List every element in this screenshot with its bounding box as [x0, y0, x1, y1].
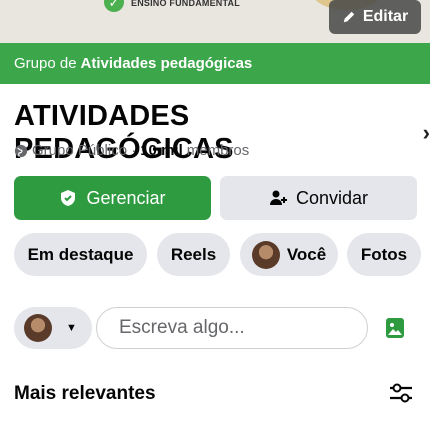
members-label: membros — [186, 142, 250, 159]
tab-you[interactable]: Você — [240, 233, 338, 276]
post-as-selector[interactable]: ▼ — [14, 307, 92, 349]
chevron-right-icon: › — [422, 120, 430, 145]
caret-down-icon: ▼ — [66, 322, 77, 334]
manage-label: Gerenciar — [86, 187, 166, 208]
tab-featured[interactable]: Em destaque — [14, 233, 147, 276]
manage-button[interactable]: Gerenciar — [14, 176, 211, 220]
group-meta: Grupo Público · 10 mil membros — [14, 142, 249, 159]
member-count: 10 mil — [140, 142, 183, 159]
banner-prefix: Grupo de — [14, 55, 77, 72]
banner-group-name: Atividades pedagógicas — [80, 55, 253, 72]
edit-cover-button[interactable]: Editar — [329, 0, 421, 34]
tab-photos[interactable]: Fotos — [347, 233, 421, 276]
check-icon: ✓ — [104, 0, 124, 12]
avatar — [251, 240, 280, 269]
photo-icon[interactable] — [385, 317, 405, 339]
tab-photos-label: Fotos — [360, 244, 408, 264]
cover-caption: ENSINO FUNDAMENTAL — [131, 0, 240, 8]
invite-button[interactable]: Convidar — [220, 176, 417, 220]
edit-cover-label: Editar — [362, 8, 409, 25]
feed-section-title: Mais relevantes — [14, 383, 156, 404]
add-person-icon — [269, 190, 287, 205]
tab-featured-label: Em destaque — [27, 244, 134, 264]
tab-reels-label: Reels — [170, 244, 217, 264]
composer-placeholder: Escreva algo... — [119, 317, 245, 338]
privacy-label: Grupo Público · — [32, 142, 137, 159]
tab-you-label: Você — [286, 244, 327, 264]
group-banner: Grupo de Atividades pedagógicas — [0, 43, 430, 84]
avatar — [24, 314, 52, 342]
invite-label: Convidar — [295, 187, 369, 208]
shield-icon — [61, 190, 76, 206]
globe-icon — [14, 144, 28, 157]
pencil-icon — [343, 11, 355, 23]
filter-icon[interactable] — [388, 382, 414, 404]
tab-reels[interactable]: Reels — [157, 233, 230, 276]
post-composer-input[interactable]: Escreva algo... — [96, 307, 368, 349]
